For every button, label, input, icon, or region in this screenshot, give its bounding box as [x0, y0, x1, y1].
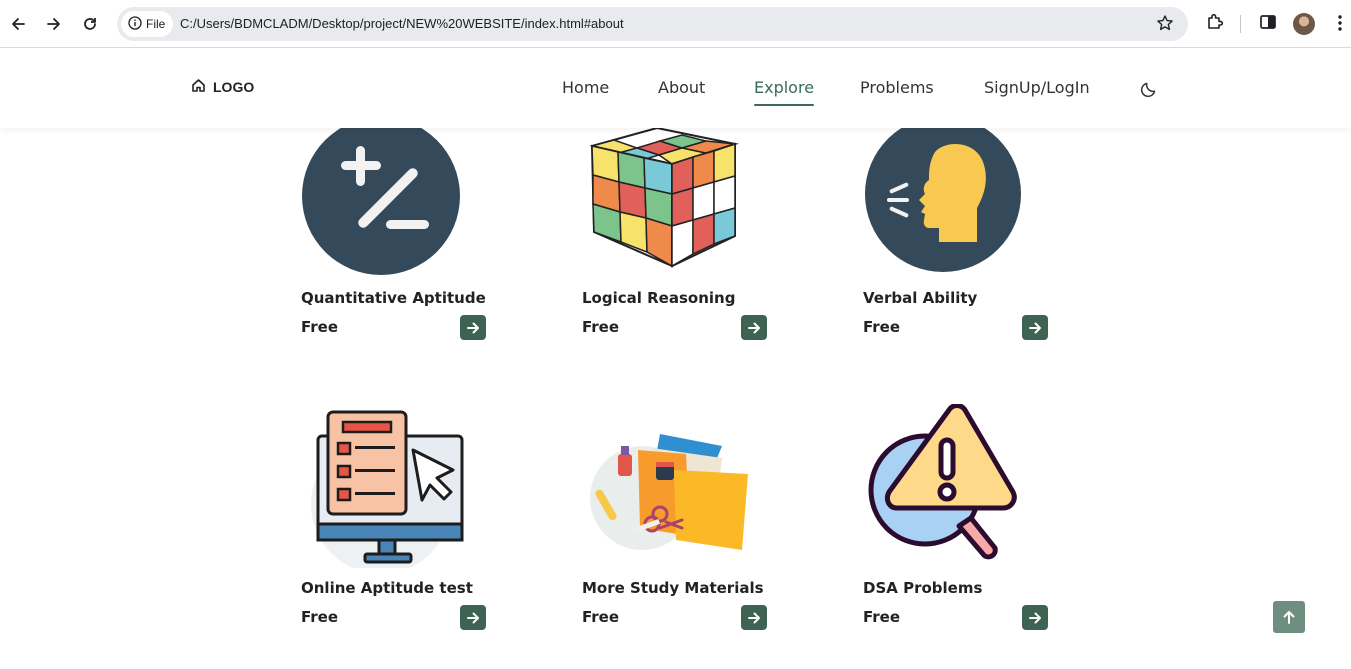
open-course-button[interactable]	[741, 315, 767, 340]
arrow-right-icon	[1029, 612, 1041, 623]
card-price: Free	[582, 608, 620, 626]
moon-icon[interactable]	[1140, 80, 1158, 102]
card-price: Free	[582, 318, 620, 336]
address-bar[interactable]: File C:/Users/BDMCLADM/Desktop/project/N…	[117, 7, 1188, 41]
toolbar-divider	[1240, 15, 1241, 33]
card-title: DSA Problems	[863, 579, 983, 597]
site-header: LOGO Home About Explore Problems SignUp/…	[0, 48, 1351, 128]
card-price: Free	[301, 608, 339, 626]
open-course-button[interactable]	[460, 315, 486, 340]
arrow-right-icon	[748, 612, 760, 623]
back-icon[interactable]	[6, 12, 30, 36]
speaking-head-icon	[863, 128, 1033, 286]
reload-icon[interactable]	[78, 12, 102, 36]
open-course-button[interactable]	[460, 605, 486, 630]
card-title: Logical Reasoning	[582, 289, 736, 307]
file-label: File	[146, 17, 166, 31]
card-title: Verbal Ability	[863, 289, 978, 307]
home-icon	[191, 78, 206, 96]
card-title: More Study Materials	[582, 579, 764, 597]
card-price: Free	[863, 608, 901, 626]
nav-problems[interactable]: Problems	[860, 78, 934, 97]
profile-avatar[interactable]	[1293, 13, 1315, 35]
nav-explore[interactable]: Explore	[754, 78, 815, 106]
forward-icon[interactable]	[42, 12, 66, 36]
open-course-button[interactable]	[1022, 605, 1048, 630]
scroll-to-top-button[interactable]	[1273, 601, 1305, 633]
nav-about[interactable]: About	[658, 78, 705, 97]
side-panel-icon[interactable]	[1259, 12, 1277, 36]
logo[interactable]: LOGO	[191, 78, 254, 96]
menu-icon[interactable]	[1333, 12, 1347, 36]
study-materials-icon	[582, 428, 752, 598]
warning-magnifier-icon	[863, 403, 1033, 574]
logo-text: LOGO	[213, 79, 255, 95]
explore-section: Quantitative Aptitude Free Logical Reaso…	[0, 128, 1351, 669]
card-price: Free	[301, 318, 339, 336]
rubiks-cube-icon	[582, 128, 752, 294]
site-info-chip[interactable]: File	[121, 11, 173, 37]
card-price: Free	[863, 318, 901, 336]
nav-signup-login[interactable]: SignUp/LogIn	[984, 78, 1090, 97]
arrow-right-icon	[1029, 322, 1041, 333]
plus-minus-icon	[301, 128, 471, 286]
open-course-button[interactable]	[741, 605, 767, 630]
arrow-right-icon	[748, 322, 760, 333]
url-text[interactable]: C:/Users/BDMCLADM/Desktop/project/NEW%20…	[180, 16, 624, 31]
card-title: Quantitative Aptitude	[301, 289, 486, 307]
browser-toolbar: File C:/Users/BDMCLADM/Desktop/project/N…	[0, 0, 1351, 48]
star-icon[interactable]	[1156, 14, 1174, 36]
extensions-icon[interactable]	[1205, 12, 1225, 36]
online-test-icon	[301, 408, 471, 578]
nav-home[interactable]: Home	[562, 78, 609, 97]
card-title: Online Aptitude test	[301, 579, 473, 597]
open-course-button[interactable]	[1022, 315, 1048, 340]
arrow-right-icon	[467, 612, 479, 623]
arrow-right-icon	[467, 322, 479, 333]
info-icon	[128, 15, 142, 33]
arrow-up-icon	[1283, 611, 1295, 624]
